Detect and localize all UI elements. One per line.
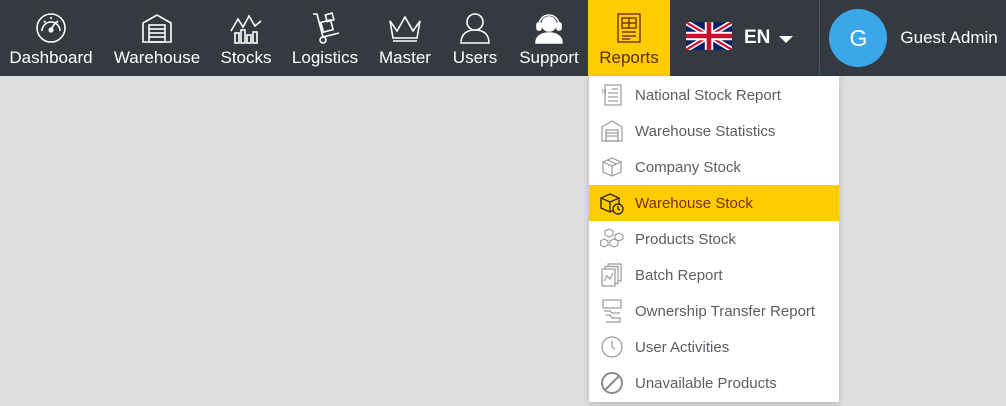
language-selector[interactable]: EN <box>684 0 794 76</box>
language-code: EN <box>744 27 771 48</box>
national-report-icon: N <box>599 82 625 108</box>
menu-item-label: Company Stock <box>635 158 741 176</box>
menu-item-national-stock-report[interactable]: N National Stock Report <box>589 77 839 113</box>
nav-support-label: Support <box>519 48 579 67</box>
top-navbar: Dashboard Warehouse Stocks Logistics Mas… <box>0 0 1006 76</box>
nav-logistics[interactable]: Logistics <box>280 0 370 76</box>
stocks-chart-icon <box>229 10 263 46</box>
box-icon <box>599 154 625 180</box>
warehouse-stock-icon <box>599 190 625 216</box>
nav-warehouse-label: Warehouse <box>113 48 201 67</box>
chevron-down-icon <box>779 35 794 43</box>
prohibited-icon <box>599 370 625 396</box>
avatar: G <box>829 9 888 67</box>
menu-item-label: Batch Report <box>635 266 723 284</box>
uk-flag-icon <box>684 19 734 55</box>
menu-item-warehouse-stock[interactable]: Warehouse Stock <box>589 185 839 221</box>
menu-item-label: National Stock Report <box>635 86 781 104</box>
menu-item-label: Products Stock <box>635 230 736 248</box>
menu-item-unavailable-products[interactable]: Unavailable Products <box>589 365 839 401</box>
menu-item-label: Ownership Transfer Report <box>635 302 816 320</box>
transfer-hand-icon <box>599 298 625 324</box>
menu-item-ownership-transfer-report[interactable]: Ownership Transfer Report <box>589 293 839 329</box>
menu-item-label: User Activities <box>635 338 730 356</box>
nav-dashboard-label: Dashboard <box>9 48 93 67</box>
nav-stocks-label: Stocks <box>220 48 272 67</box>
nav-support[interactable]: Support <box>510 0 588 76</box>
reports-dropdown: N National Stock Report Warehouse Statis… <box>589 76 839 402</box>
menu-item-company-stock[interactable]: Company Stock <box>589 149 839 185</box>
gauge-icon <box>34 10 68 46</box>
menu-item-user-activities[interactable]: User Activities <box>589 329 839 365</box>
menu-item-label: Warehouse Statistics <box>635 122 776 140</box>
nav-master[interactable]: Master <box>370 0 440 76</box>
user-name: Guest Admin <box>900 28 998 47</box>
report-sheet-icon <box>612 10 646 46</box>
nav-logistics-label: Logistics <box>291 48 359 67</box>
user-icon <box>458 10 492 46</box>
menu-item-label: Unavailable Products <box>635 374 777 392</box>
boxes-icon <box>599 226 625 252</box>
user-menu[interactable]: G Guest Admin <box>829 0 998 76</box>
warehouse-stats-icon <box>599 118 625 144</box>
svg-text:N: N <box>602 89 607 96</box>
nav-users[interactable]: Users <box>440 0 510 76</box>
nav-reports[interactable]: Reports <box>588 0 670 76</box>
menu-item-batch-report[interactable]: Batch Report <box>589 257 839 293</box>
crown-icon <box>387 10 423 46</box>
documents-icon <box>599 262 625 288</box>
nav-warehouse[interactable]: Warehouse <box>102 0 212 76</box>
nav-stocks[interactable]: Stocks <box>212 0 280 76</box>
menu-item-products-stock[interactable]: Products Stock <box>589 221 839 257</box>
menu-item-warehouse-statistics[interactable]: Warehouse Statistics <box>589 113 839 149</box>
clock-icon <box>599 334 625 360</box>
warehouse-icon <box>140 10 174 46</box>
menu-item-label: Warehouse Stock <box>635 194 753 212</box>
nav-dashboard[interactable]: Dashboard <box>0 0 102 76</box>
nav-users-label: Users <box>452 48 498 67</box>
nav-reports-label: Reports <box>599 48 659 67</box>
headset-icon <box>532 10 566 46</box>
nav-master-label: Master <box>379 48 431 67</box>
navbar-divider <box>819 0 821 76</box>
hand-truck-icon <box>308 10 342 46</box>
